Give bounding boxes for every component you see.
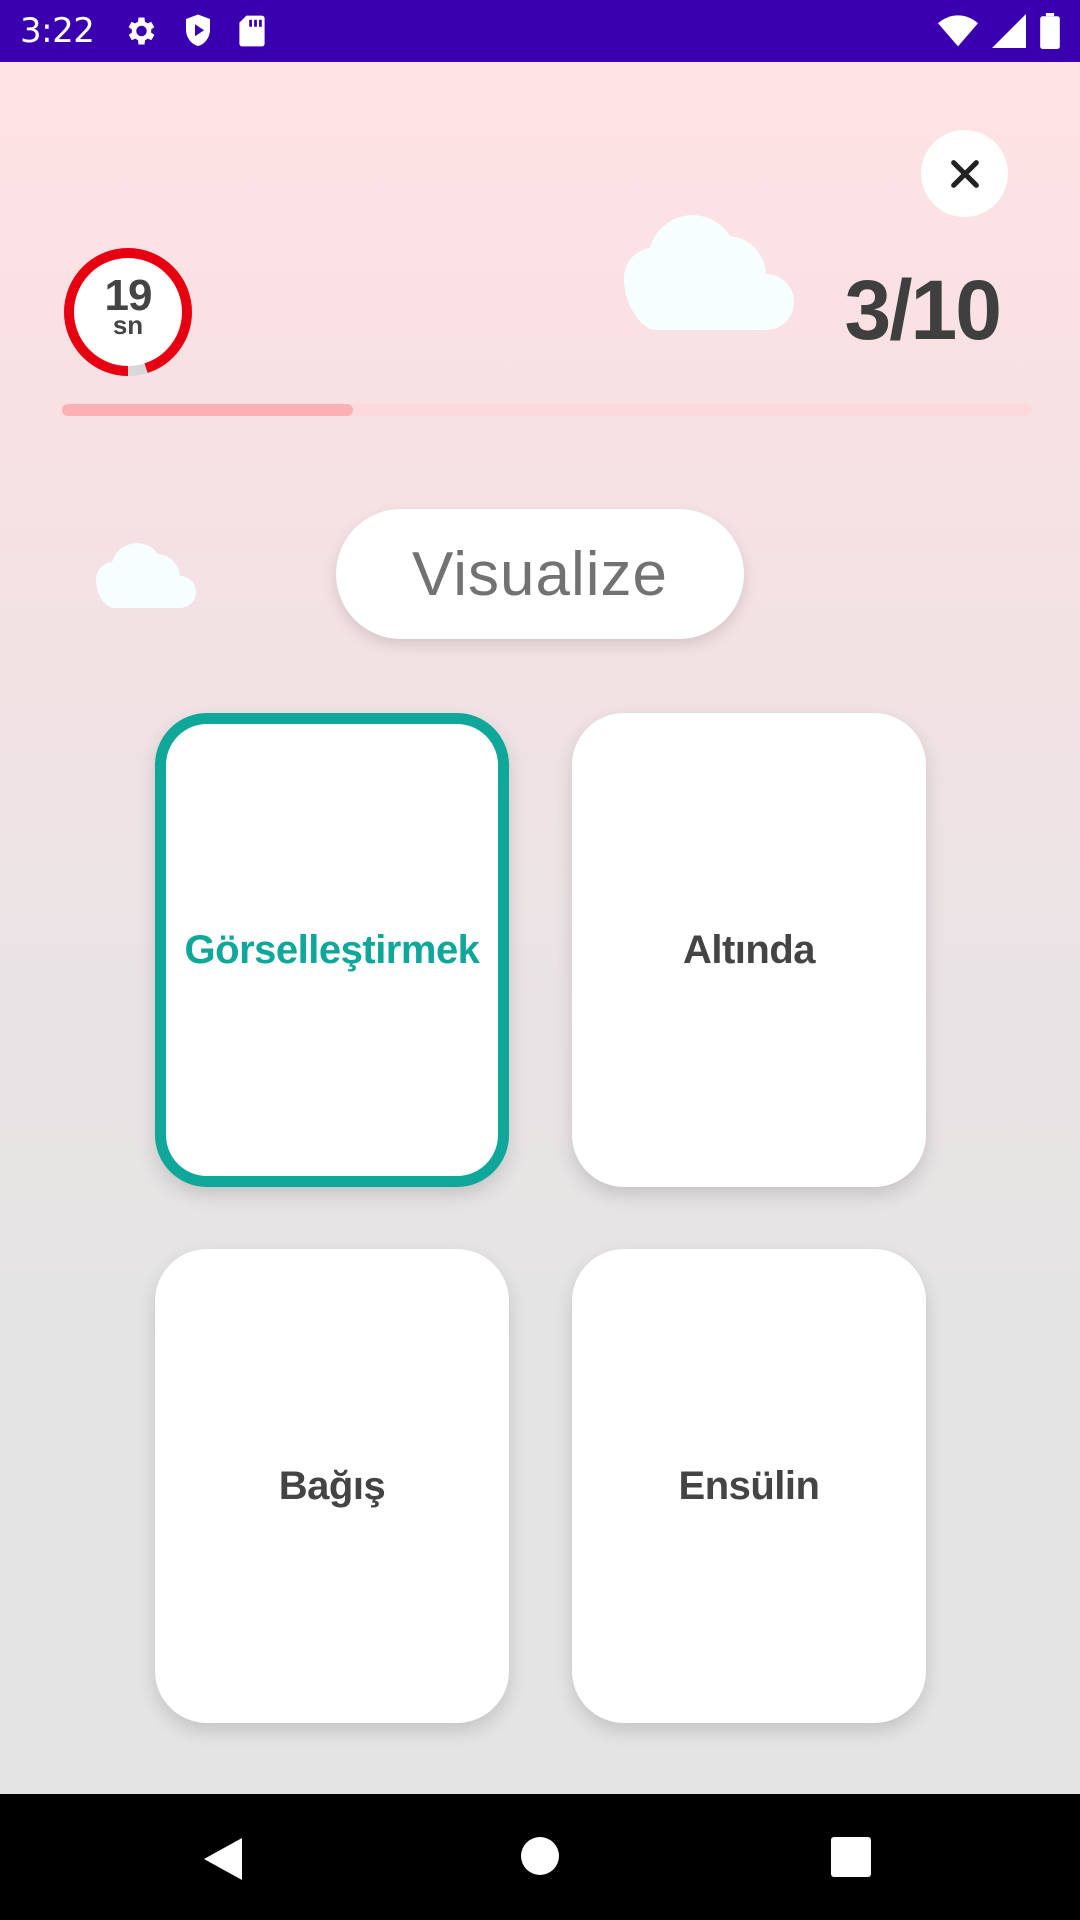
settings-icon (128, 17, 155, 45)
signal-icon (992, 14, 1026, 48)
close-button[interactable] (921, 130, 1008, 217)
answer-option-3[interactable]: Bağış (155, 1249, 509, 1723)
question-counter: 3/10 (844, 263, 1002, 357)
battery-icon (1040, 13, 1060, 49)
sd-card-icon (239, 15, 265, 47)
close-icon (950, 159, 979, 188)
progress-bar-fill (62, 404, 353, 416)
status-bar: 3:22 (0, 0, 1080, 62)
timer-unit: sn (112, 310, 144, 340)
countdown-timer: 19 sn (62, 246, 194, 378)
timer-text: 19 sn (62, 274, 194, 340)
question-word: Visualize (336, 509, 744, 639)
status-icons-right (938, 13, 1060, 49)
quiz-screen: 19 sn 3/10 Visualize Görselleştirmek Alt… (0, 62, 1080, 1794)
answer-option-2[interactable]: Altında (572, 713, 926, 1187)
home-icon[interactable] (520, 1836, 560, 1876)
status-time: 3:22 (20, 11, 95, 51)
cloud-icon (624, 215, 794, 330)
answer-option-4[interactable]: Ensülin (572, 1249, 926, 1723)
recents-icon[interactable] (830, 1836, 872, 1878)
cloud-icon (96, 543, 196, 608)
answer-option-1[interactable]: Görselleştirmek (155, 713, 509, 1187)
wifi-icon (938, 15, 978, 47)
back-icon[interactable] (202, 1836, 244, 1882)
progress-bar (62, 404, 1032, 416)
shield-icon (186, 14, 211, 46)
navigation-bar (0, 1794, 1080, 1920)
status-icons-left (122, 13, 266, 49)
